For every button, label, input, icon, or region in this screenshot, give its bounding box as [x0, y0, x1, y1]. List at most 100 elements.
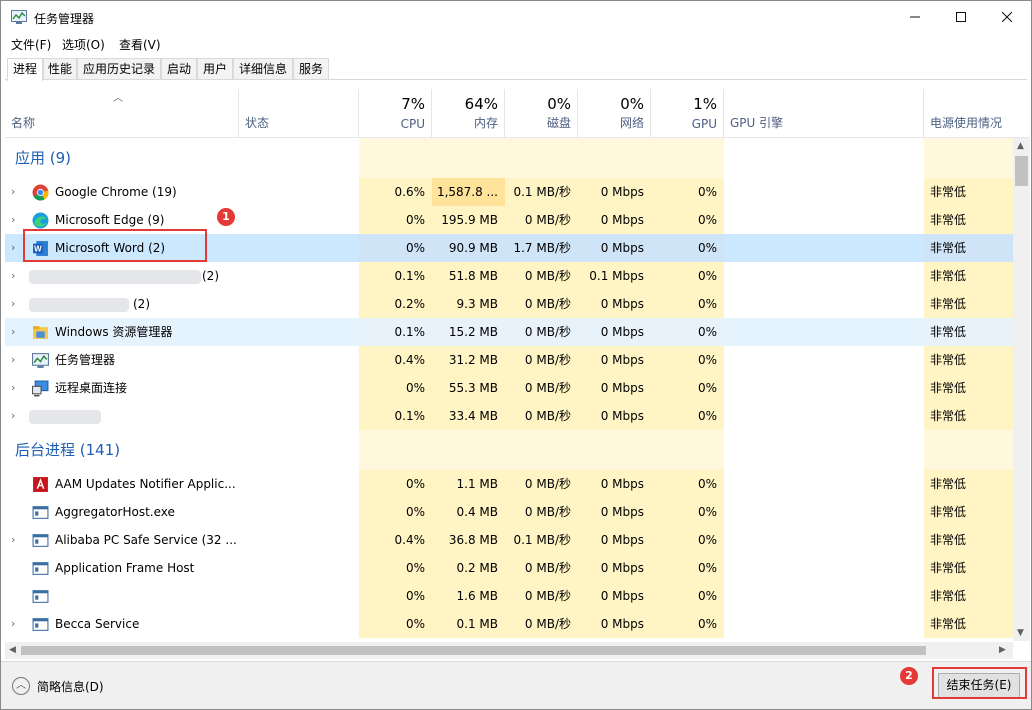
cell-disk: 0 MB/秒 — [505, 374, 578, 402]
expand-chevron-icon[interactable]: › — [11, 206, 23, 234]
heat-background — [651, 430, 724, 470]
cpu-total: 7% — [401, 95, 425, 113]
expand-chevron-icon[interactable]: › — [11, 610, 23, 638]
collapse-up-icon[interactable]: ︿ — [12, 677, 30, 695]
title-bar: 任务管理器 — [1, 1, 1031, 33]
network-total: 0% — [620, 95, 644, 113]
heat-background — [505, 430, 578, 470]
column-gpu-engine[interactable]: GPU 引擎 — [724, 89, 924, 137]
process-name: Application Frame Host — [55, 561, 195, 575]
task-manager-icon — [11, 10, 27, 24]
tab-bar: 进程 性能 应用历史记录 启动 用户 详细信息 服务 — [7, 58, 1027, 81]
sort-caret-icon: ︿ — [113, 93, 123, 104]
process-row[interactable]: 0% 1.6 MB 0 MB/秒 0 Mbps 0% 非常低 — [5, 582, 1013, 610]
heat-background — [924, 138, 1013, 178]
scroll-right-icon[interactable]: ▶ — [999, 645, 1006, 655]
menu-file[interactable]: 文件(F) — [11, 36, 51, 53]
column-power-label: 电源使用情况 — [930, 116, 1003, 130]
cell-power: 非常低 — [924, 290, 1013, 318]
column-disk[interactable]: 0% 磁盘 — [505, 89, 578, 137]
remote-desktop-icon — [32, 380, 49, 397]
process-row[interactable]: › Windows 资源管理器 0.1% 15.2 MB 0 MB/秒 0 Mbps 0% 非… — [5, 318, 1013, 346]
cell-gpu: 0% — [651, 374, 724, 402]
tab-users[interactable]: 用户 — [197, 58, 233, 80]
process-row[interactable]: AAM Updates Notifier Applic... 0% 1.1 MB 0 … — [5, 470, 1013, 498]
expand-chevron-icon[interactable]: › — [11, 318, 23, 346]
cell-power: 非常低 — [924, 526, 1013, 554]
menu-options[interactable]: 选项(O) — [62, 36, 105, 53]
cell-mem: 90.9 MB — [432, 234, 505, 262]
scroll-up-icon[interactable]: ▲ — [1017, 141, 1024, 151]
vertical-scroll-thumb[interactable] — [1015, 156, 1028, 186]
column-gpu[interactable]: 1% GPU — [651, 89, 724, 137]
close-button[interactable] — [984, 1, 1030, 33]
process-row[interactable]: › 远程桌面连接 0% 55.3 MB 0 MB/秒 0 Mbps 0% 非常低 — [5, 374, 1013, 402]
column-network[interactable]: 0% 网络 — [578, 89, 651, 137]
cell-mem: 0.4 MB — [432, 498, 505, 526]
cell-gpu: 0% — [651, 470, 724, 498]
column-cpu-label: CPU — [400, 117, 425, 131]
process-row[interactable]: › Alibaba PC Safe Service (32 ... 0.4% 36.8… — [5, 526, 1013, 554]
tab-processes[interactable]: 进程 — [7, 58, 43, 81]
process-row[interactable]: › 0.1% 33.4 MB 0 MB/秒 0 Mbps 0% 非常低 — [5, 402, 1013, 430]
scroll-left-icon[interactable]: ◀ — [9, 645, 16, 655]
cell-net: 0 Mbps — [578, 470, 651, 498]
vertical-scrollbar[interactable] — [1013, 138, 1030, 641]
process-row[interactable]: › Becca Service 0% 0.1 MB 0 MB/秒 0 Mbps 0% 非常低 — [5, 610, 1013, 638]
horizontal-scroll-thumb[interactable] — [21, 646, 926, 655]
tab-app-history[interactable]: 应用历史记录 — [77, 58, 161, 80]
cell-net: 0 Mbps — [578, 318, 651, 346]
process-name: 远程桌面连接 — [55, 381, 128, 395]
column-power[interactable]: 电源使用情况 — [924, 89, 1029, 137]
expand-chevron-icon[interactable]: › — [11, 346, 23, 374]
process-row[interactable]: › (2) 0.1% 51.8 MB 0 MB/秒 0.1 Mbps 0% 非常低 — [5, 262, 1013, 290]
column-memory[interactable]: 64% 内存 — [432, 89, 505, 137]
cell-cpu: 0.1% — [359, 262, 432, 290]
annotation-badge-1: 1 — [217, 208, 235, 226]
process-name: 任务管理器 — [55, 353, 116, 367]
chrome-icon — [32, 184, 49, 201]
expand-chevron-icon[interactable]: › — [11, 234, 23, 262]
close-icon — [1002, 12, 1012, 22]
highlight-word-row — [23, 229, 207, 262]
menu-view[interactable]: 查看(V) — [119, 36, 161, 53]
window-icon — [32, 588, 49, 605]
process-row[interactable]: AggregatorHost.exe 0% 0.4 MB 0 MB/秒 0 Mbps 0%… — [5, 498, 1013, 526]
tab-details[interactable]: 详细信息 — [233, 58, 293, 80]
expand-chevron-icon[interactable]: › — [11, 402, 23, 430]
column-cpu[interactable]: 7% CPU — [359, 89, 432, 137]
heat-background — [924, 430, 1013, 470]
cell-disk: 1.7 MB/秒 — [505, 234, 578, 262]
tab-startup[interactable]: 启动 — [161, 58, 197, 80]
minimize-button[interactable] — [892, 1, 938, 33]
minimize-icon — [910, 16, 920, 18]
column-status[interactable]: 状态 — [239, 89, 359, 137]
process-row[interactable]: Application Frame Host 0% 0.2 MB 0 MB/秒 0 Mb… — [5, 554, 1013, 582]
process-list: 应用 (9) › Google Chrome (19) 0.6% 1,587.8 ...… — [5, 138, 1013, 641]
process-row[interactable]: › Google Chrome (19) 0.6% 1,587.8 ... 0.1 MB… — [5, 178, 1013, 206]
expand-chevron-icon[interactable]: › — [11, 374, 23, 402]
tab-performance[interactable]: 性能 — [43, 58, 77, 80]
maximize-button[interactable] — [938, 1, 984, 33]
expand-chevron-icon[interactable]: › — [11, 290, 23, 318]
tab-services[interactable]: 服务 — [293, 58, 329, 80]
cell-power: 非常低 — [924, 318, 1013, 346]
process-row[interactable]: › (2) 0.2% 9.3 MB 0 MB/秒 0 Mbps 0% 非常低 — [5, 290, 1013, 318]
scroll-down-icon[interactable]: ▼ — [1017, 628, 1024, 638]
column-status-label: 状态 — [245, 116, 270, 130]
expand-chevron-icon[interactable]: › — [11, 262, 23, 290]
process-row[interactable]: › 任务管理器 0.4% 31.2 MB 0 MB/秒 0 Mbps 0% 非常低 — [5, 346, 1013, 374]
cell-net: 0 Mbps — [578, 610, 651, 638]
cell-disk: 0 MB/秒 — [505, 402, 578, 430]
annotation-badge-2: 2 — [900, 667, 918, 685]
cell-net: 0 Mbps — [578, 178, 651, 206]
cell-gpu: 0% — [651, 346, 724, 374]
cell-gpu: 0% — [651, 234, 724, 262]
expand-chevron-icon[interactable]: › — [11, 526, 23, 554]
column-name[interactable]: ︿ 名称 — [5, 89, 239, 137]
cell-gpu: 0% — [651, 498, 724, 526]
fewer-details-link[interactable]: 简略信息(D) — [37, 678, 104, 695]
cell-gpu: 0% — [651, 402, 724, 430]
expand-chevron-icon[interactable]: › — [11, 178, 23, 206]
cell-power: 非常低 — [924, 610, 1013, 638]
